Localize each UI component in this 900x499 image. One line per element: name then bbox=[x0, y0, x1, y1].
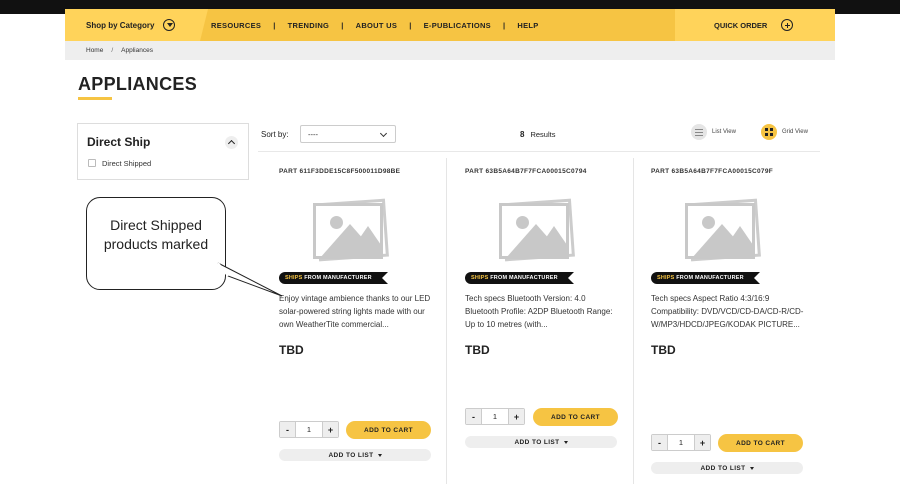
callout-pointer bbox=[217, 262, 283, 297]
